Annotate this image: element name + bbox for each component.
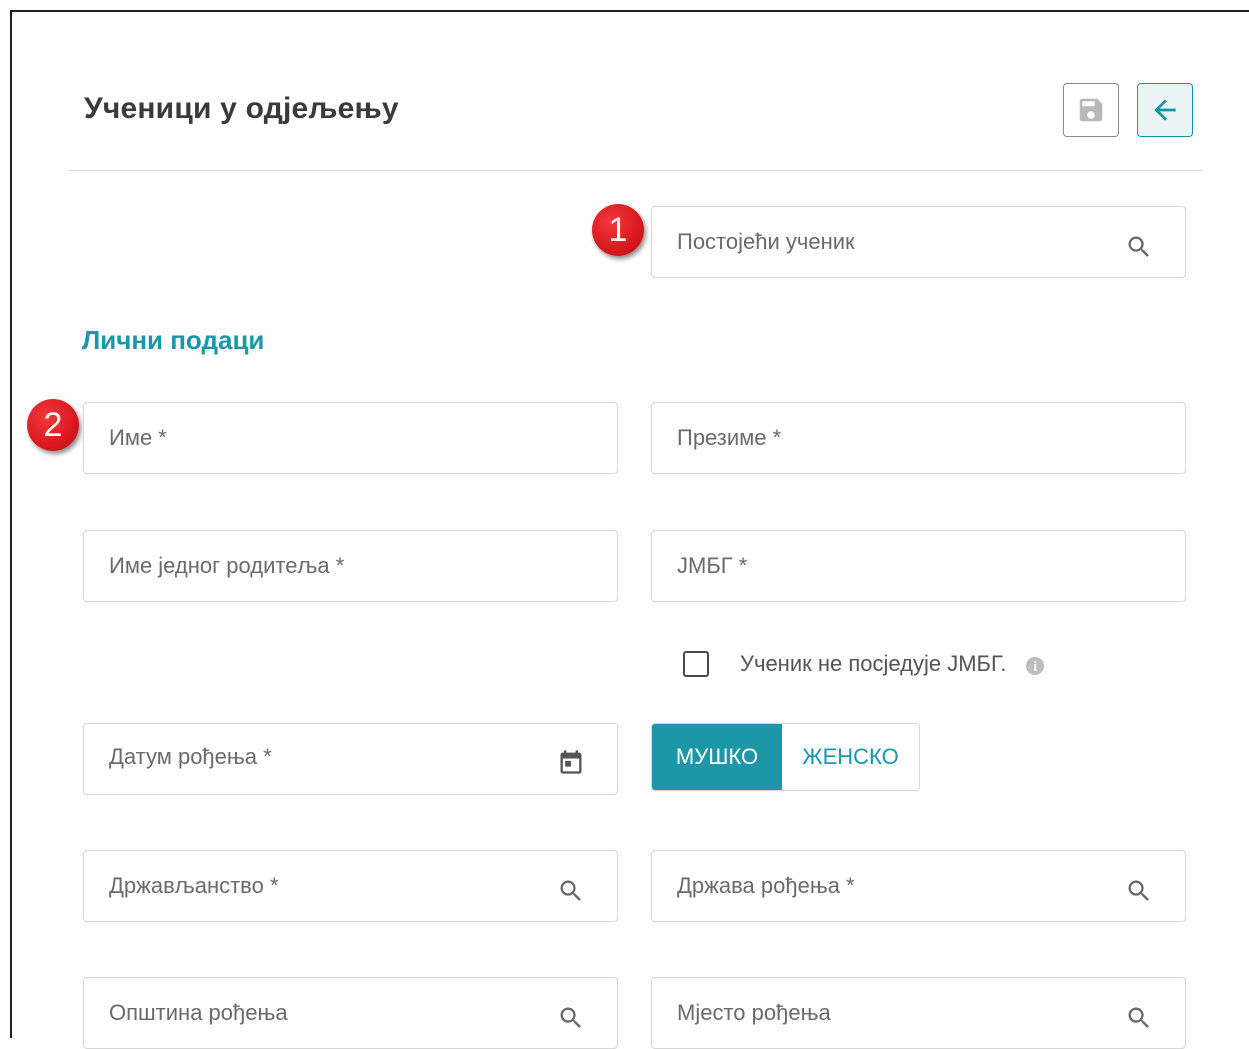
first-name-field[interactable]: Име *	[83, 402, 618, 474]
birth-place-label: Мјесто рођења	[677, 1000, 831, 1025]
gender-toggle: МУШКО ЖЕНСКО	[651, 723, 920, 791]
birth-country-label: Држава рођења *	[677, 873, 855, 898]
search-icon[interactable]	[557, 1004, 585, 1032]
birth-date-field[interactable]: Датум рођења *	[83, 723, 618, 795]
search-icon[interactable]	[1125, 877, 1153, 905]
parent-name-field[interactable]: Име једног родитеља *	[83, 530, 618, 602]
birth-municipality-field[interactable]: Општина рођења	[83, 977, 618, 1049]
last-name-field[interactable]: Презиме *	[651, 402, 1186, 474]
existing-student-placeholder: Постојећи ученик	[677, 229, 855, 254]
search-icon[interactable]	[1125, 233, 1153, 261]
birth-country-field[interactable]: Држава рођења *	[651, 850, 1186, 922]
save-icon	[1079, 98, 1103, 122]
existing-student-search[interactable]: Постојећи ученик	[651, 206, 1186, 278]
citizenship-field[interactable]: Држављанство *	[83, 850, 618, 922]
save-button[interactable]	[1063, 83, 1119, 137]
no-jmbg-row: Ученик не посједује ЈМБГ. i	[683, 648, 1045, 680]
no-jmbg-label[interactable]: Ученик не посједује ЈМБГ.	[740, 651, 1006, 677]
annotation-badge-2: 2	[27, 399, 79, 451]
birth-place-field[interactable]: Мјесто рођења	[651, 977, 1186, 1049]
citizenship-label: Држављанство *	[109, 873, 279, 898]
search-icon[interactable]	[1125, 1004, 1153, 1032]
birth-municipality-label: Општина рођења	[109, 1000, 288, 1025]
info-icon[interactable]: i	[1026, 657, 1045, 675]
jmbg-label: ЈМБГ *	[677, 553, 748, 578]
first-name-label: Име *	[109, 425, 167, 450]
no-jmbg-checkbox[interactable]	[683, 651, 709, 677]
annotation-badge-1: 1	[592, 204, 644, 256]
page-title: Ученици у одјељењу	[84, 92, 399, 125]
back-button[interactable]	[1137, 83, 1193, 137]
parent-name-label: Име једног родитеља *	[109, 553, 345, 578]
birth-date-label: Датум рођења *	[109, 744, 272, 769]
last-name-label: Презиме *	[677, 425, 782, 450]
section-title-personal-data: Лични подаци	[82, 325, 265, 355]
gender-female-button[interactable]: ЖЕНСКО	[782, 724, 919, 790]
calendar-icon[interactable]	[557, 748, 585, 776]
page-header: Ученици у одјељењу	[68, 80, 1203, 171]
arrow-left-icon	[1154, 99, 1176, 121]
search-icon[interactable]	[557, 877, 585, 905]
jmbg-field[interactable]: ЈМБГ *	[651, 530, 1186, 602]
gender-male-button[interactable]: МУШКО	[652, 724, 782, 790]
